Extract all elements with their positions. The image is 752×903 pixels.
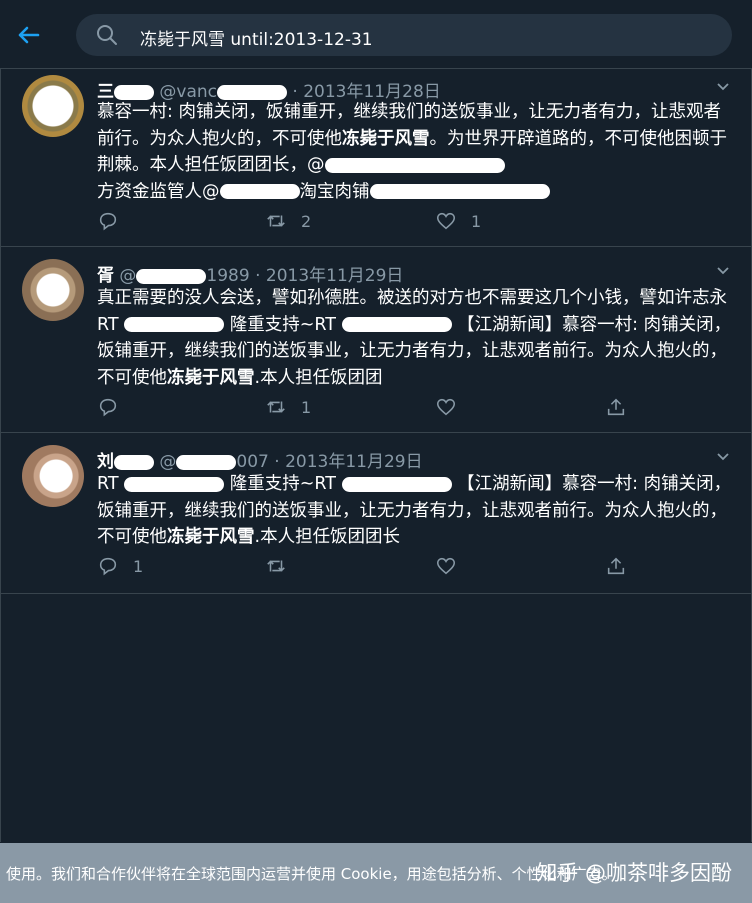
reply-button[interactable]: 1 bbox=[97, 554, 143, 578]
redaction bbox=[369, 184, 550, 199]
watermark: 知乎 @咖茶啡多因酚 bbox=[536, 861, 732, 885]
tweet-text-part: .本人担任饭团团长 bbox=[254, 527, 401, 547]
reply-count: 1 bbox=[133, 556, 144, 576]
retweet-button[interactable]: 1 bbox=[265, 395, 311, 419]
retweet-button[interactable]: 2 bbox=[265, 209, 311, 233]
reply-icon bbox=[99, 212, 117, 231]
tweet-card[interactable]: 三 @vanc · 2013年11月28日 慕容一村: 肉铺关闭，饭铺重开，继续… bbox=[1, 69, 751, 247]
redaction bbox=[176, 454, 237, 470]
retweet-icon bbox=[267, 401, 285, 413]
tweet-text-part: RT bbox=[97, 474, 119, 494]
tweet-feed: 三 @vanc · 2013年11月28日 慕容一村: 肉铺关闭，饭铺重开，继续… bbox=[0, 69, 752, 842]
reply-button[interactable] bbox=[97, 209, 133, 233]
tweet-text: 真正需要的没人会送，譬如孙德胜。被送的对方也不需要这几个小钱，譬如许志永RT 隆… bbox=[97, 285, 737, 391]
redaction-link[interactable] bbox=[341, 476, 452, 492]
top-bar: 冻毙于风雪 until:2013-12-31 bbox=[0, 0, 752, 69]
chevron-down-icon[interactable] bbox=[715, 79, 731, 95]
cookie-banner: 使用。我们和合作伙伴将在全球范围内运营并使用 Cookie，用途包括分析、个性化… bbox=[0, 843, 752, 903]
retweet-button[interactable] bbox=[265, 554, 287, 578]
redaction bbox=[217, 84, 288, 100]
user-handle-tail[interactable]: 007 bbox=[236, 452, 268, 472]
tweet-date[interactable]: · 2013年11月29日 bbox=[274, 452, 422, 472]
redaction-link[interactable] bbox=[124, 317, 225, 332]
chevron-down-icon[interactable] bbox=[715, 263, 731, 279]
user-name[interactable]: 胥 bbox=[97, 266, 114, 286]
tweet-actions: 1 bbox=[97, 554, 637, 578]
redaction bbox=[136, 268, 207, 284]
avatar[interactable] bbox=[22, 75, 84, 137]
user-handle[interactable]: @ bbox=[119, 266, 136, 286]
like-count: 1 bbox=[471, 211, 482, 231]
redaction bbox=[114, 454, 154, 470]
search-input[interactable]: 冻毙于风雪 until:2013-12-31 bbox=[140, 25, 373, 50]
highlight-text: 冻毙于风雪 bbox=[167, 527, 255, 547]
like-button[interactable] bbox=[435, 395, 457, 419]
search-icon bbox=[97, 25, 117, 45]
highlight-text: 冻毙于风雪 bbox=[342, 128, 430, 149]
tweet-header: 刘 @007 · 2013年11月29日 bbox=[97, 447, 423, 472]
share-icon bbox=[607, 398, 625, 416]
retweet-count: 2 bbox=[301, 211, 312, 231]
share-button[interactable] bbox=[605, 554, 627, 578]
back-button[interactable] bbox=[12, 18, 46, 52]
reply-icon bbox=[99, 398, 117, 417]
tweet-actions: 1 bbox=[97, 395, 637, 419]
cookie-text: 使用。我们和合作伙伴将在全球范围内运营并使用 Cookie，用途包括分析、个性化… bbox=[6, 865, 617, 883]
tweet-text-part: 淘宝肉铺 bbox=[299, 181, 370, 202]
chevron-down-icon[interactable] bbox=[715, 449, 731, 465]
retweet-icon bbox=[267, 215, 285, 227]
user-handle-tail[interactable]: 1989 bbox=[206, 266, 249, 286]
reply-button[interactable] bbox=[97, 395, 133, 419]
retweet-icon bbox=[267, 560, 285, 572]
tweet-actions: 2 1 bbox=[97, 209, 637, 233]
retweet-count: 1 bbox=[301, 397, 312, 417]
tweet-text: RT 隆重支持~RT 【江湖新闻】慕容一村: 肉铺关闭，饭铺重开，继续我们的送饭… bbox=[97, 471, 737, 551]
share-button[interactable] bbox=[605, 395, 627, 419]
like-icon bbox=[436, 557, 456, 575]
redaction bbox=[114, 84, 154, 100]
like-button[interactable] bbox=[435, 554, 457, 578]
tweet-header: 胥 @1989 · 2013年11月29日 bbox=[97, 261, 403, 286]
reply-icon bbox=[99, 557, 117, 576]
user-handle[interactable]: @ bbox=[159, 452, 176, 472]
like-icon bbox=[436, 212, 456, 230]
user-name[interactable]: 刘 bbox=[97, 452, 114, 472]
tweet-text: 慕容一村: 肉铺关闭，饭铺重开，继续我们的送饭事业，让无力者有力，让悲观者前行。… bbox=[97, 99, 737, 205]
tweet-card[interactable]: 刘 @007 · 2013年11月29日 RT 隆重支持~RT 【江湖新闻】慕容… bbox=[1, 433, 751, 594]
tweet-text-part: .本人担任饭团团 bbox=[254, 367, 383, 388]
search-box[interactable]: 冻毙于风雪 until:2013-12-31 bbox=[76, 14, 732, 56]
tweet-text-part: 方资金监管人@ bbox=[97, 181, 220, 202]
avatar[interactable] bbox=[22, 259, 84, 321]
tweet-date[interactable]: · 2013年11月29日 bbox=[255, 266, 403, 286]
avatar[interactable] bbox=[22, 445, 84, 507]
tweet-card[interactable]: 胥 @1989 · 2013年11月29日 真正需要的没人会送，譬如孙德胜。被送… bbox=[1, 247, 751, 433]
redaction-link[interactable] bbox=[341, 317, 452, 332]
redaction bbox=[324, 157, 505, 173]
redaction-link[interactable] bbox=[124, 476, 225, 492]
highlight-text: 冻毙于风雪 bbox=[167, 367, 255, 388]
like-button[interactable]: 1 bbox=[435, 209, 481, 233]
share-icon bbox=[607, 557, 625, 575]
like-icon bbox=[436, 398, 456, 416]
back-arrow-icon bbox=[18, 26, 40, 44]
tweet-text-part: 隆重支持~RT bbox=[229, 314, 336, 335]
tweet-text-part: 隆重支持~RT bbox=[229, 474, 336, 494]
redaction bbox=[219, 184, 300, 199]
